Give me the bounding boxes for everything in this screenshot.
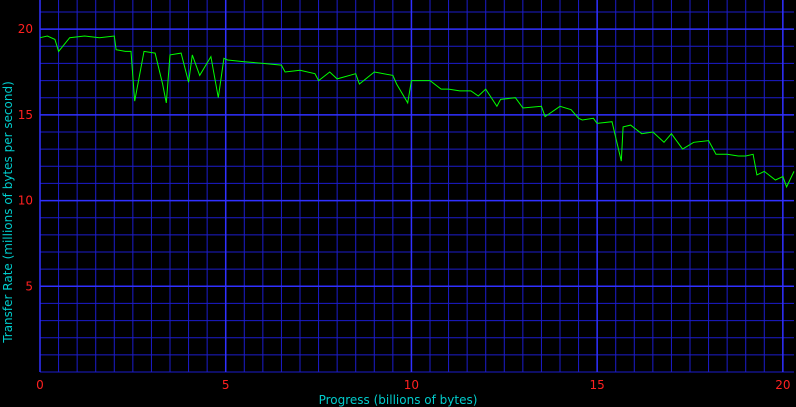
y-tick-label: 10 — [18, 194, 33, 208]
x-tick-label: 0 — [36, 378, 44, 392]
plot-background — [0, 0, 796, 407]
x-axis-label: Progress (billions of bytes) — [319, 393, 478, 407]
x-tick-label: 20 — [775, 378, 790, 392]
x-tick-label: 5 — [222, 378, 230, 392]
x-tick-label: 10 — [404, 378, 419, 392]
y-tick-label: 15 — [18, 108, 33, 122]
y-axis-label: Transfer Rate (millions of bytes per sec… — [1, 81, 15, 344]
x-tick-label: 15 — [590, 378, 605, 392]
y-tick-label: 20 — [18, 22, 33, 36]
transfer-rate-chart: 0 5 10 15 20 5 10 15 20 Progress (billions of b… — [0, 0, 796, 407]
y-tick-label: 5 — [25, 279, 33, 293]
